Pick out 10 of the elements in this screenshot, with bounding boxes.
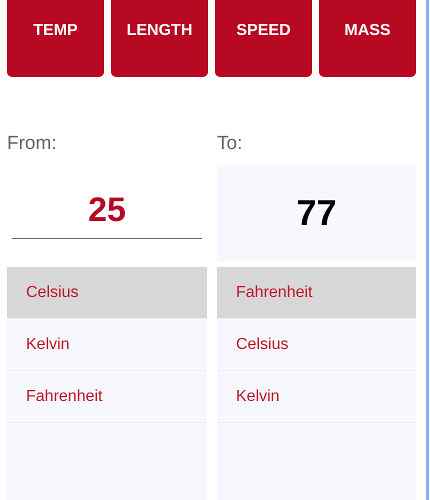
to-label: To: xyxy=(217,132,244,156)
result-value: 77 xyxy=(217,165,416,261)
from-label: From: xyxy=(7,132,58,156)
unit-item[interactable]: Fahrenheit xyxy=(217,267,416,319)
category-button[interactable]: SPEED xyxy=(215,0,312,77)
unit-item[interactable]: Celsius xyxy=(7,267,207,319)
input-field[interactable]: 25 xyxy=(12,182,202,239)
category-button[interactable]: MASS xyxy=(319,0,416,77)
category-button[interactable]: LENGTH xyxy=(111,0,208,77)
category-button[interactable]: TEMP xyxy=(7,0,104,77)
